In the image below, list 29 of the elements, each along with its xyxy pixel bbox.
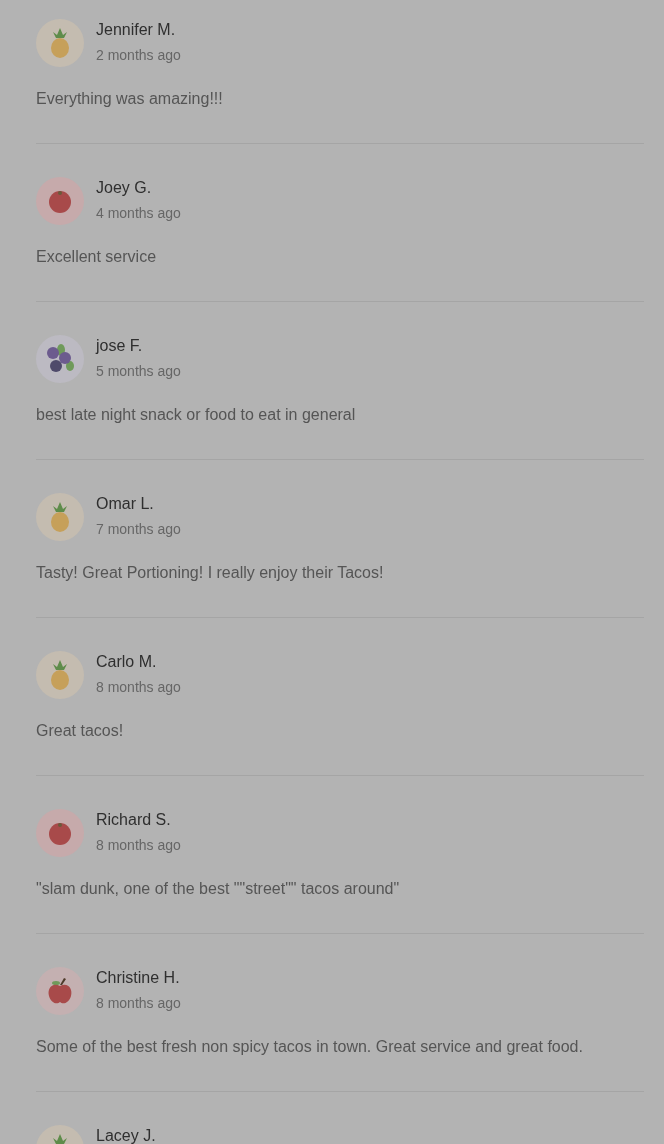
review-text: "slam dunk, one of the best ""street"" tacos around" [36,879,401,899]
berries-icon [45,344,75,374]
reviewer-name: Jennifer M. [96,20,177,40]
tomato-icon [47,820,73,846]
reviewer-name: Richard S. [96,810,172,830]
review-text: Tasty! Great Portioning! I really enjoy their Tacos! [36,563,385,583]
review-text: Great tacos! [36,721,125,741]
review-time: 4 months ago [96,204,181,222]
review-text: Excellent service [36,247,158,267]
reviewer-name: Omar L. [96,494,155,514]
review-text: Some of the best fresh non spicy tacos in town. Great service and great food. [36,1037,584,1057]
pineapple-icon [49,27,71,59]
review-time: 8 months ago [96,836,181,854]
review-text: best late night snack or food to eat in general [36,405,357,425]
pineapple-icon [49,659,71,691]
reviewer-name: Lacey J. [96,1126,156,1144]
review-time: 8 months ago [96,994,181,1012]
reviewer-name: jose F. [96,336,144,356]
apple-icon [47,977,73,1005]
review-time: 2 months ago [96,46,181,64]
reviewer-name: Christine H. [96,968,181,988]
review-text: Everything was amazing!!! [36,89,224,109]
review-time: 7 months ago [96,520,181,538]
tomato-icon [47,188,73,214]
pineapple-icon [49,501,71,533]
reviewer-name: Carlo M. [96,652,158,672]
reviewer-name: Joey G. [96,178,153,198]
review-time: 8 months ago [96,678,181,696]
review-time: 5 months ago [96,362,181,380]
